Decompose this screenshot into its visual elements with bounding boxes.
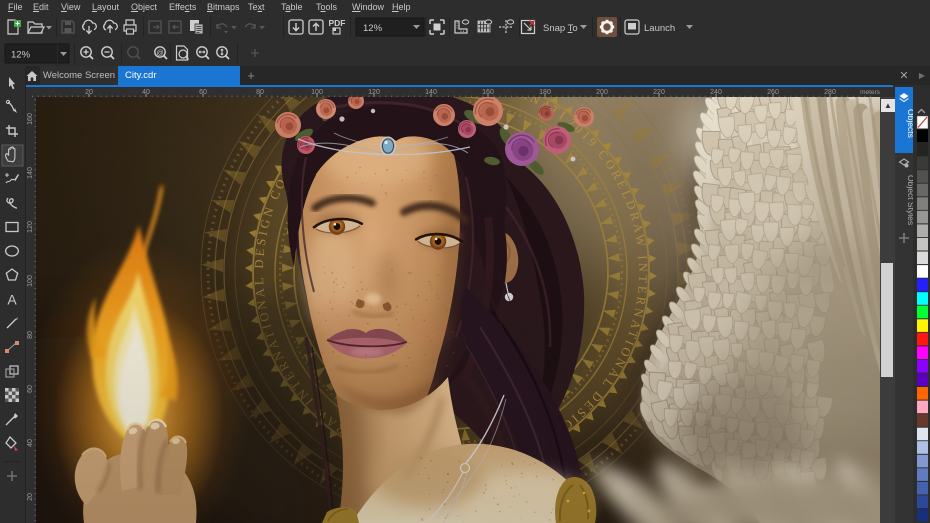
svg-text:Launch: Launch [644,23,675,34]
svg-text:120: 120 [27,221,34,233]
svg-text:160: 160 [27,113,34,125]
svg-text:80: 80 [27,331,34,339]
svg-text:meters: meters [860,89,881,96]
svg-text:@: @ [156,50,163,57]
svg-text:Snap To: Snap To [543,23,578,34]
svg-text:12%: 12% [11,50,31,61]
svg-text:12%: 12% [363,23,383,34]
svg-text:Objects: Objects [906,109,913,138]
svg-text:Object Styles: Object Styles [906,175,913,225]
svg-text:60: 60 [27,385,34,393]
svg-text:20: 20 [27,493,34,501]
svg-text:100: 100 [27,275,34,287]
svg-text:140: 140 [27,167,34,179]
svg-text:40: 40 [27,439,34,447]
svg-text:A: A [7,292,17,308]
svg-text:PDF: PDF [329,18,346,28]
